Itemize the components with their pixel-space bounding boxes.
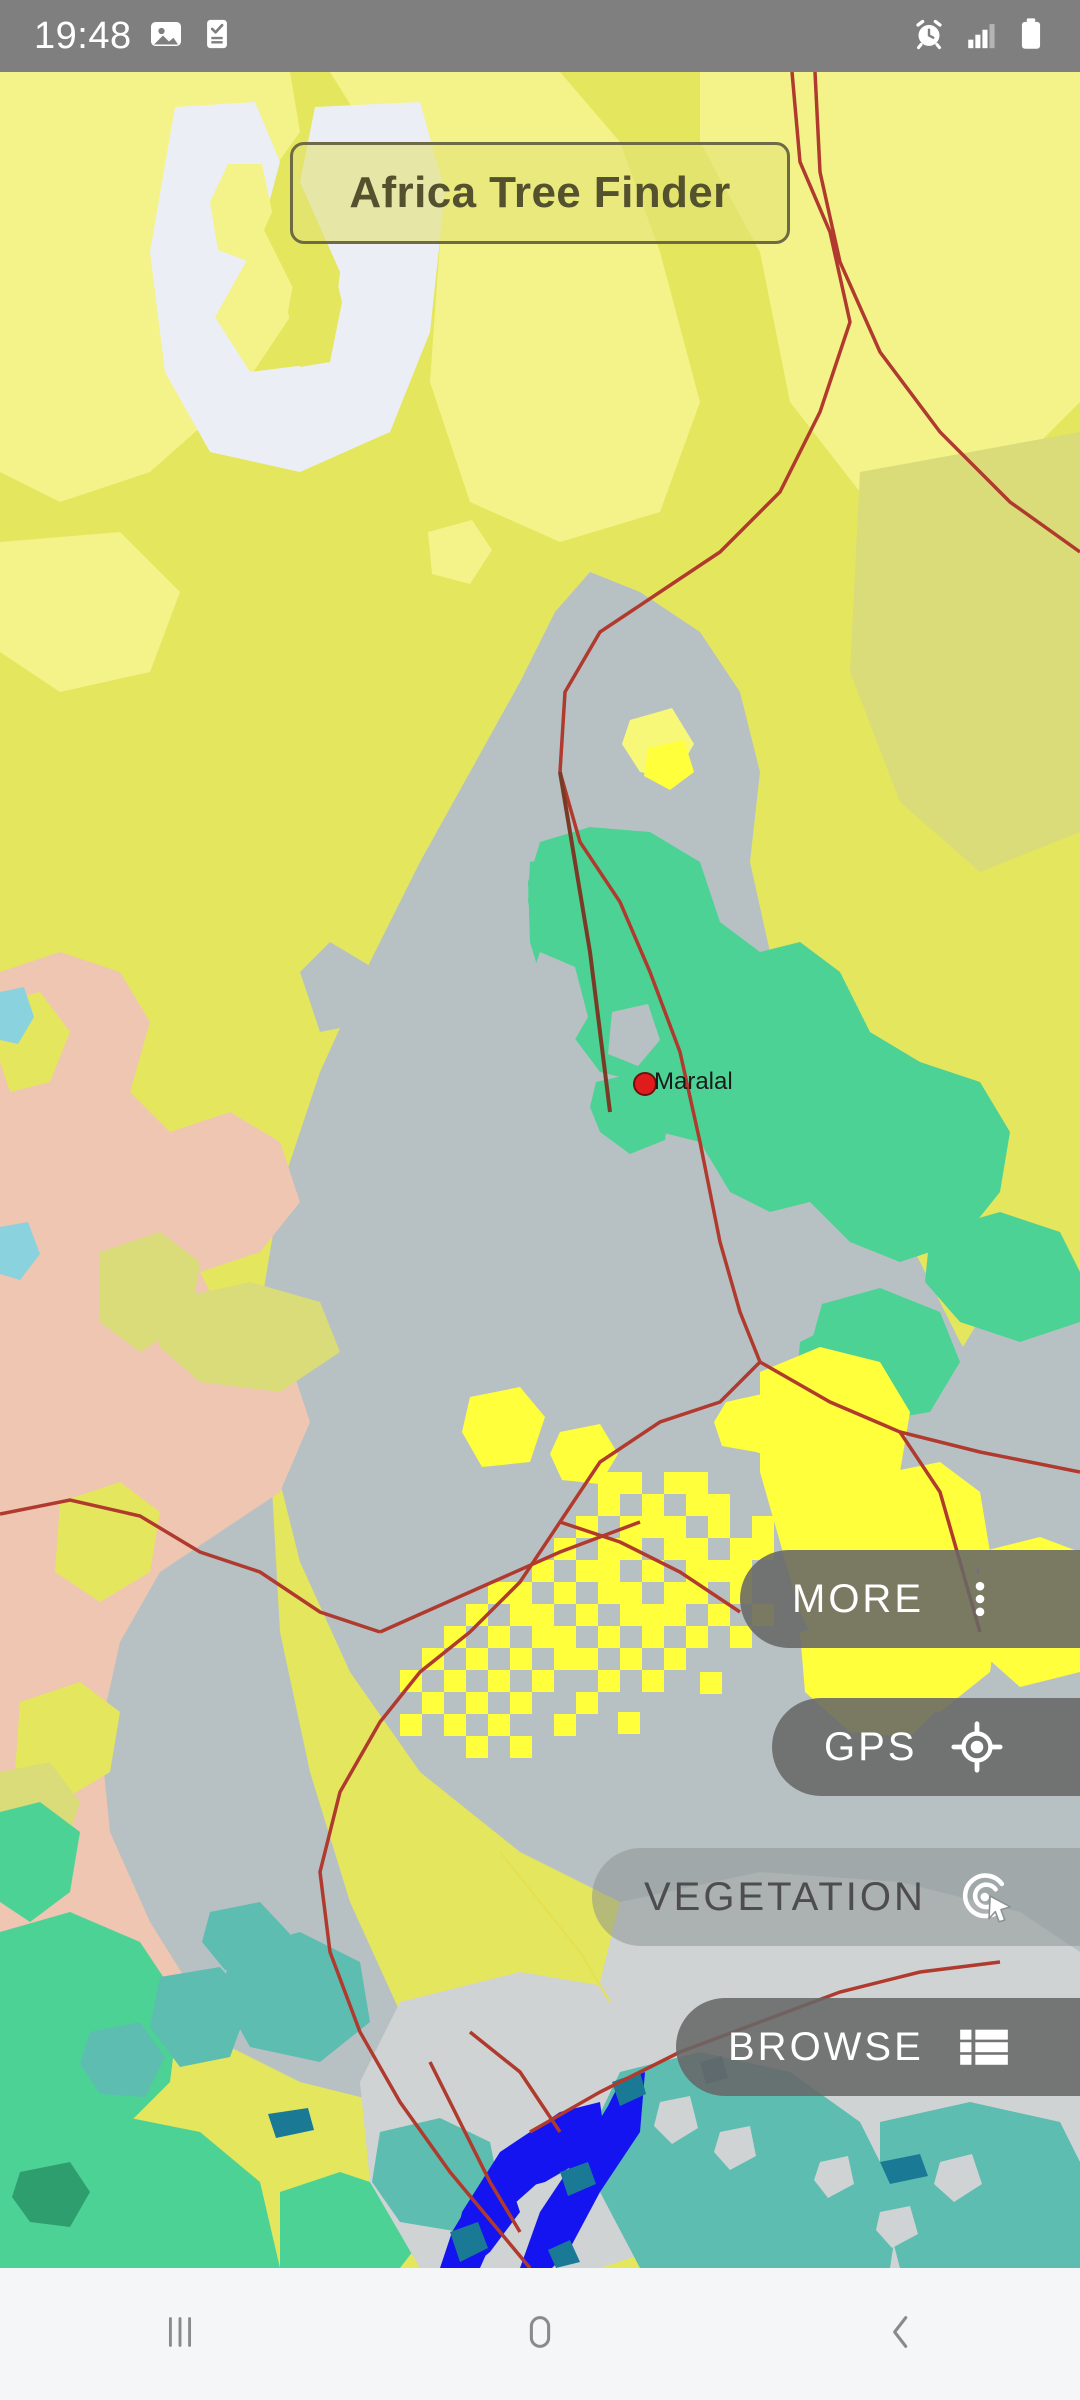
vegetation-button[interactable]: VEGETATION [592, 1848, 1080, 1946]
back-button[interactable] [810, 2268, 990, 2400]
android-nav-bar [0, 2268, 1080, 2400]
phone-screen: Maralal 19:48 Africa Tree Finder MORE GP… [0, 0, 1080, 2400]
map-marker-maralal [633, 1072, 657, 1096]
map-label-maralal: Maralal [654, 1068, 733, 1095]
gps-button[interactable]: GPS [772, 1698, 1080, 1796]
gps-target-icon [951, 1721, 1004, 1773]
app-title-bar[interactable]: Africa Tree Finder [290, 142, 790, 244]
alarm-clock-icon [912, 17, 946, 56]
vegetation-button-label: VEGETATION [644, 1874, 926, 1919]
gps-button-label: GPS [824, 1724, 918, 1769]
status-clock: 19:48 [34, 15, 132, 57]
recents-button[interactable] [90, 2268, 270, 2400]
battery-full-icon [1016, 17, 1046, 56]
home-icon [517, 2309, 563, 2360]
status-bar-right [912, 17, 1046, 56]
app-title-text: Africa Tree Finder [349, 168, 731, 217]
more-button[interactable]: MORE [740, 1550, 1080, 1648]
gallery-image-icon [148, 16, 184, 57]
phone-check-icon [200, 17, 234, 56]
status-bar-left: 19:48 [34, 16, 234, 57]
home-button[interactable] [450, 2268, 630, 2400]
recents-icon [157, 2309, 203, 2360]
signal-bars-icon [964, 17, 998, 56]
tap-select-icon [960, 1870, 1014, 1924]
browse-button-label: BROWSE [728, 2024, 924, 2069]
back-chevron-icon [877, 2309, 923, 2360]
status-bar: 19:48 [0, 0, 1080, 72]
overflow-menu-icon [958, 1577, 1002, 1621]
more-button-label: MORE [792, 1576, 924, 1621]
list-view-icon [958, 2025, 1010, 2069]
browse-button[interactable]: BROWSE [676, 1998, 1080, 2096]
